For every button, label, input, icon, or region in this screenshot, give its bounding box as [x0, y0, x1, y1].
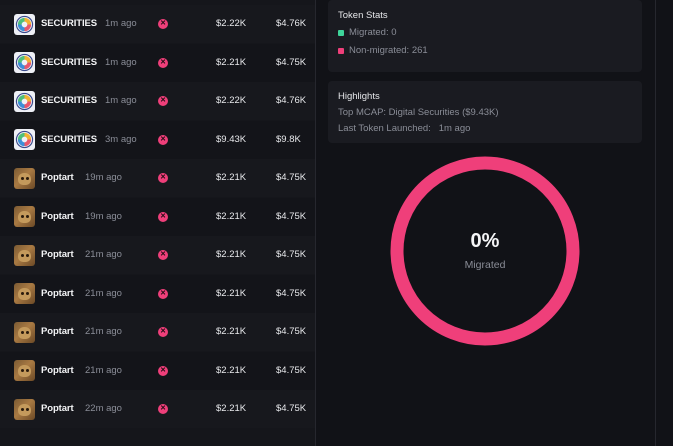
token-name: Poptart: [41, 364, 74, 376]
token-volume: $4.75K: [276, 172, 307, 184]
token-age: 19m ago: [85, 172, 122, 184]
securities-logo-icon: [14, 129, 35, 151]
cat-avatar-icon: [14, 244, 35, 266]
token-mcap: $2.22K: [216, 18, 247, 30]
close-circle-icon: ✕: [158, 250, 168, 261]
token-row[interactable]: Poptart 21m ago ✕ $2.21K $4.75K: [0, 313, 315, 351]
migrated-caption: Migrated: [464, 259, 506, 271]
token-stats-card: Token Stats Migrated: 0 Non-migrated: 26…: [328, 0, 642, 72]
token-age: 1m ago: [105, 95, 137, 107]
token-name: Poptart: [41, 172, 74, 184]
token-name: Poptart: [41, 249, 74, 261]
token-mcap: $9.43K: [216, 133, 247, 145]
token-name: Poptart: [41, 287, 74, 299]
securities-logo-icon: [14, 52, 35, 74]
token-name: Poptart: [41, 326, 74, 338]
token-mcap: $2.21K: [216, 56, 247, 68]
token-name: Poptart: [41, 210, 74, 222]
token-volume: $4.76K: [276, 95, 307, 107]
non-migrated-legend-swatch: [338, 47, 344, 54]
non-migrated-stat: Non-migrated: 261: [338, 45, 428, 56]
token-volume: $9.8K: [276, 133, 301, 145]
securities-logo-icon: [14, 90, 35, 112]
close-circle-icon: ✕: [158, 173, 168, 184]
migrated-stat: Migrated: 0: [338, 27, 397, 38]
last-launched-highlight: Last Token Launched: 1m ago: [338, 123, 471, 134]
migrated-stat-label: Migrated: 0: [349, 27, 397, 38]
token-mcap: $2.21K: [216, 403, 247, 415]
close-circle-icon: ✕: [158, 57, 168, 68]
token-age: 21m ago: [85, 364, 122, 376]
token-list-panel: SECURITIES 1m ago ✕ $2.22K $4.76K SECURITIES 1…: [0, 0, 315, 446]
cat-avatar-icon: [14, 398, 35, 420]
cat-avatar-icon: [14, 283, 35, 305]
token-mcap: $2.21K: [216, 210, 247, 222]
token-row[interactable]: Poptart 21m ago ✕ $2.21K $4.75K: [0, 351, 315, 390]
token-mcap: $2.22K: [216, 95, 247, 107]
migrated-legend-swatch: [338, 29, 344, 36]
cat-avatar-icon: [14, 206, 35, 228]
cat-avatar-icon: [14, 360, 35, 382]
close-circle-icon: ✕: [158, 404, 168, 415]
token-age: 3m ago: [105, 133, 137, 145]
token-mcap: $2.21K: [216, 287, 247, 299]
non-migrated-stat-label: Non-migrated: 261: [349, 45, 428, 56]
close-circle-icon: ✕: [158, 19, 168, 30]
close-circle-icon: ✕: [158, 134, 168, 145]
panel-edge: [655, 0, 656, 446]
token-row[interactable]: Poptart 21m ago ✕ $2.21K $4.75K: [0, 236, 315, 274]
migrated-percentage: 0%: [470, 230, 500, 252]
token-stats-title: Token Stats: [338, 10, 388, 21]
token-mcap: $2.21K: [216, 364, 247, 376]
securities-logo-icon: [14, 13, 35, 35]
token-name: SECURITIES: [41, 18, 98, 30]
token-age: 22m ago: [85, 403, 122, 415]
token-row[interactable]: SECURITIES 3m ago ✕ $9.43K $9.8K: [0, 120, 315, 159]
token-name: SECURITIES: [41, 95, 98, 107]
token-row[interactable]: Poptart 19m ago ✕ $2.21K $4.75K: [0, 159, 315, 197]
token-mcap: $2.21K: [216, 249, 247, 261]
token-name: SECURITIES: [41, 56, 98, 68]
token-row[interactable]: SECURITIES 1m ago ✕ $2.22K $4.76K: [0, 82, 315, 120]
token-age: 1m ago: [105, 18, 137, 30]
token-volume: $4.75K: [276, 326, 307, 338]
token-row[interactable]: Poptart 22m ago ✕ $2.21K $4.75K: [0, 390, 315, 428]
token-age: 19m ago: [85, 210, 122, 222]
highlights-title: Highlights: [338, 91, 380, 102]
panel-divider: [315, 0, 316, 446]
token-volume: $4.75K: [276, 364, 307, 376]
token-age: 21m ago: [85, 287, 122, 299]
token-volume: $4.75K: [276, 56, 307, 68]
close-circle-icon: ✕: [158, 96, 168, 107]
token-mcap: $2.21K: [216, 326, 247, 338]
token-volume: $4.76K: [276, 18, 307, 30]
token-row[interactable]: Poptart 21m ago ✕ $2.21K $4.75K: [0, 274, 315, 313]
cat-avatar-icon: [14, 321, 35, 343]
token-volume: $4.75K: [276, 403, 307, 415]
token-row[interactable]: Poptart 19m ago ✕ $2.21K $4.75K: [0, 197, 315, 236]
token-age: 21m ago: [85, 249, 122, 261]
token-mcap: $2.21K: [216, 172, 247, 184]
token-volume: $4.75K: [276, 287, 307, 299]
token-name: Poptart: [41, 403, 74, 415]
token-volume: $4.75K: [276, 210, 307, 222]
token-age: 21m ago: [85, 326, 122, 338]
token-age: 1m ago: [105, 56, 137, 68]
close-circle-icon: ✕: [158, 211, 168, 222]
close-circle-icon: ✕: [158, 365, 168, 376]
close-circle-icon: ✕: [158, 288, 168, 299]
top-mcap-highlight: Top MCAP: Digital Securities ($9.43K): [338, 107, 499, 118]
token-row[interactable]: SECURITIES 1m ago ✕ $2.22K $4.76K: [0, 5, 315, 43]
close-circle-icon: ✕: [158, 327, 168, 338]
token-volume: $4.75K: [276, 249, 307, 261]
cat-avatar-icon: [14, 167, 35, 189]
token-name: SECURITIES: [41, 133, 98, 145]
token-row[interactable]: SECURITIES 1m ago ✕ $2.21K $4.75K: [0, 43, 315, 82]
highlights-card: Highlights Top MCAP: Digital Securities …: [328, 81, 642, 143]
